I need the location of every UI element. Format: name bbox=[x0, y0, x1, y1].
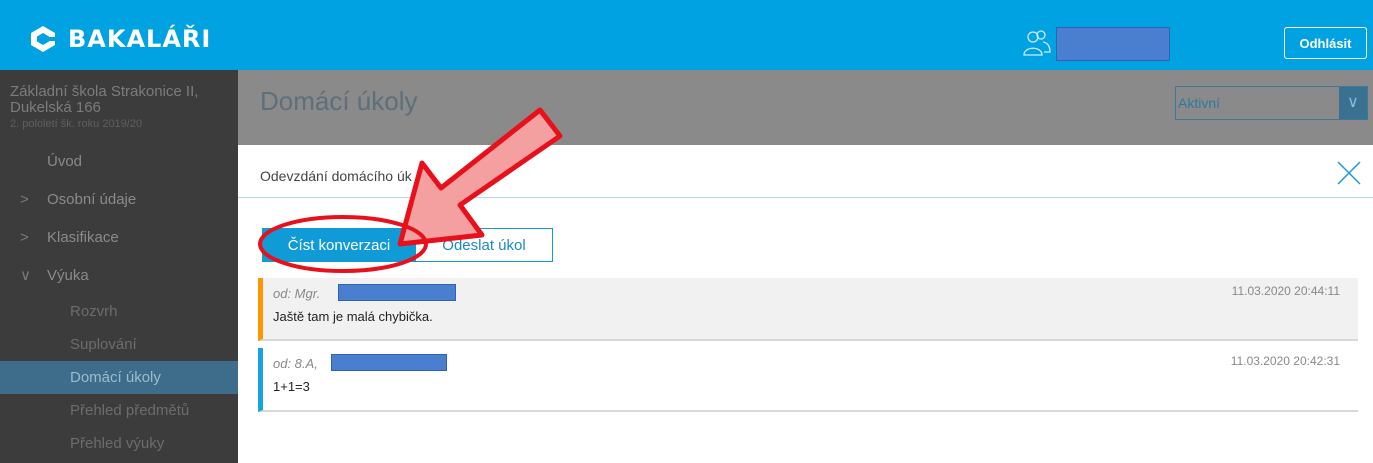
sidebar-item-rozvrh[interactable]: Rozvrh bbox=[0, 295, 238, 328]
modal-title: Odevzdání domácího úk bbox=[260, 168, 412, 184]
message-item: od: Mgr. 11.03.2020 20:44:11 Jaště tam j… bbox=[258, 278, 1358, 341]
logout-button[interactable]: Odhlásit bbox=[1284, 27, 1367, 59]
logo[interactable]: BAKALÁŘI bbox=[30, 24, 211, 54]
bakalari-logo-icon bbox=[31, 26, 56, 52]
chevron-down-icon: ∨ bbox=[20, 267, 31, 284]
sidebar: Základní škola Strakonice II, Dukelská 1… bbox=[0, 70, 238, 463]
chevron-right-icon: > bbox=[20, 229, 29, 246]
sidebar-item-klasifikace[interactable]: > Klasifikace bbox=[0, 219, 238, 257]
users-icon[interactable] bbox=[1019, 27, 1053, 61]
sidebar-item-suplovani[interactable]: Suplování bbox=[0, 328, 238, 361]
message-item: od: 8.A, 11.03.2020 20:42:31 1+1=3 bbox=[258, 348, 1358, 412]
message-date: 11.03.2020 20:44:11 bbox=[1231, 284, 1340, 298]
chevron-right-icon: > bbox=[20, 191, 29, 208]
user-name-redacted bbox=[1056, 27, 1170, 61]
sidebar-item-prehled-vyuky[interactable]: Přehled výuky bbox=[0, 427, 238, 460]
message-text: 1+1=3 bbox=[273, 379, 310, 394]
sidebar-item-uvod[interactable]: Úvod bbox=[0, 143, 238, 181]
sidebar-item-label: Suplování bbox=[70, 336, 137, 353]
sender-name-redacted bbox=[331, 354, 447, 371]
sidebar-item-label: Klasifikace bbox=[47, 229, 119, 246]
school-name-line2: Dukelská 166 bbox=[10, 99, 101, 116]
sidebar-item-domaci-ukoly[interactable]: Domácí úkoly bbox=[0, 361, 238, 394]
sidebar-item-label: Přehled předmětů bbox=[70, 402, 190, 419]
sidebar-item-label: Úvod bbox=[47, 153, 83, 170]
sidebar-item-prehled-predmetu[interactable]: Přehled předmětů bbox=[0, 394, 238, 427]
chevron-down-icon[interactable]: ∨ bbox=[1339, 87, 1367, 119]
sender-name-redacted bbox=[338, 284, 456, 301]
page-title: Domácí úkoly bbox=[260, 86, 418, 116]
sidebar-item-label: Domácí úkoly bbox=[70, 369, 161, 386]
status-filter-select[interactable]: Aktivní ∨ bbox=[1175, 86, 1368, 120]
modal-divider bbox=[238, 197, 1373, 198]
sidebar-nav: Úvod > Osobní údaje > Klasifikace ∨ Výuk… bbox=[0, 143, 238, 460]
sidebar-item-label: Výuka bbox=[47, 267, 89, 284]
message-date: 11.03.2020 20:42:31 bbox=[1230, 354, 1340, 368]
sidebar-item-vyuka[interactable]: ∨ Výuka bbox=[0, 257, 238, 295]
message-sender: od: 8.A, bbox=[273, 356, 318, 371]
filter-value: Aktivní bbox=[1178, 95, 1221, 111]
submission-modal: Odevzdání domácího úk Číst konverzaci Od… bbox=[238, 145, 1373, 463]
sidebar-item-osobni-udaje[interactable]: > Osobní údaje bbox=[0, 181, 238, 219]
send-homework-button[interactable]: Odeslat úkol bbox=[415, 228, 553, 262]
sidebar-item-label: Osobní údaje bbox=[47, 191, 137, 208]
close-icon[interactable] bbox=[1334, 158, 1364, 188]
sidebar-item-label: Rozvrh bbox=[70, 303, 118, 320]
read-conversation-button[interactable]: Číst konverzaci bbox=[262, 228, 416, 262]
logo-text: BAKALÁŘI bbox=[68, 25, 212, 53]
school-term: 2. pololetí šk. roku 2019/20 bbox=[10, 118, 143, 130]
sidebar-item-label: Přehled výuky bbox=[70, 435, 165, 452]
message-sender: od: Mgr. bbox=[273, 286, 321, 301]
top-bar: BAKALÁŘI Odhlásit bbox=[0, 0, 1373, 70]
school-info: Základní škola Strakonice II, Dukelská 1… bbox=[0, 84, 238, 132]
message-text: Jaště tam je malá chybička. bbox=[273, 309, 433, 324]
school-name-line1: Základní škola Strakonice II, bbox=[10, 83, 199, 100]
